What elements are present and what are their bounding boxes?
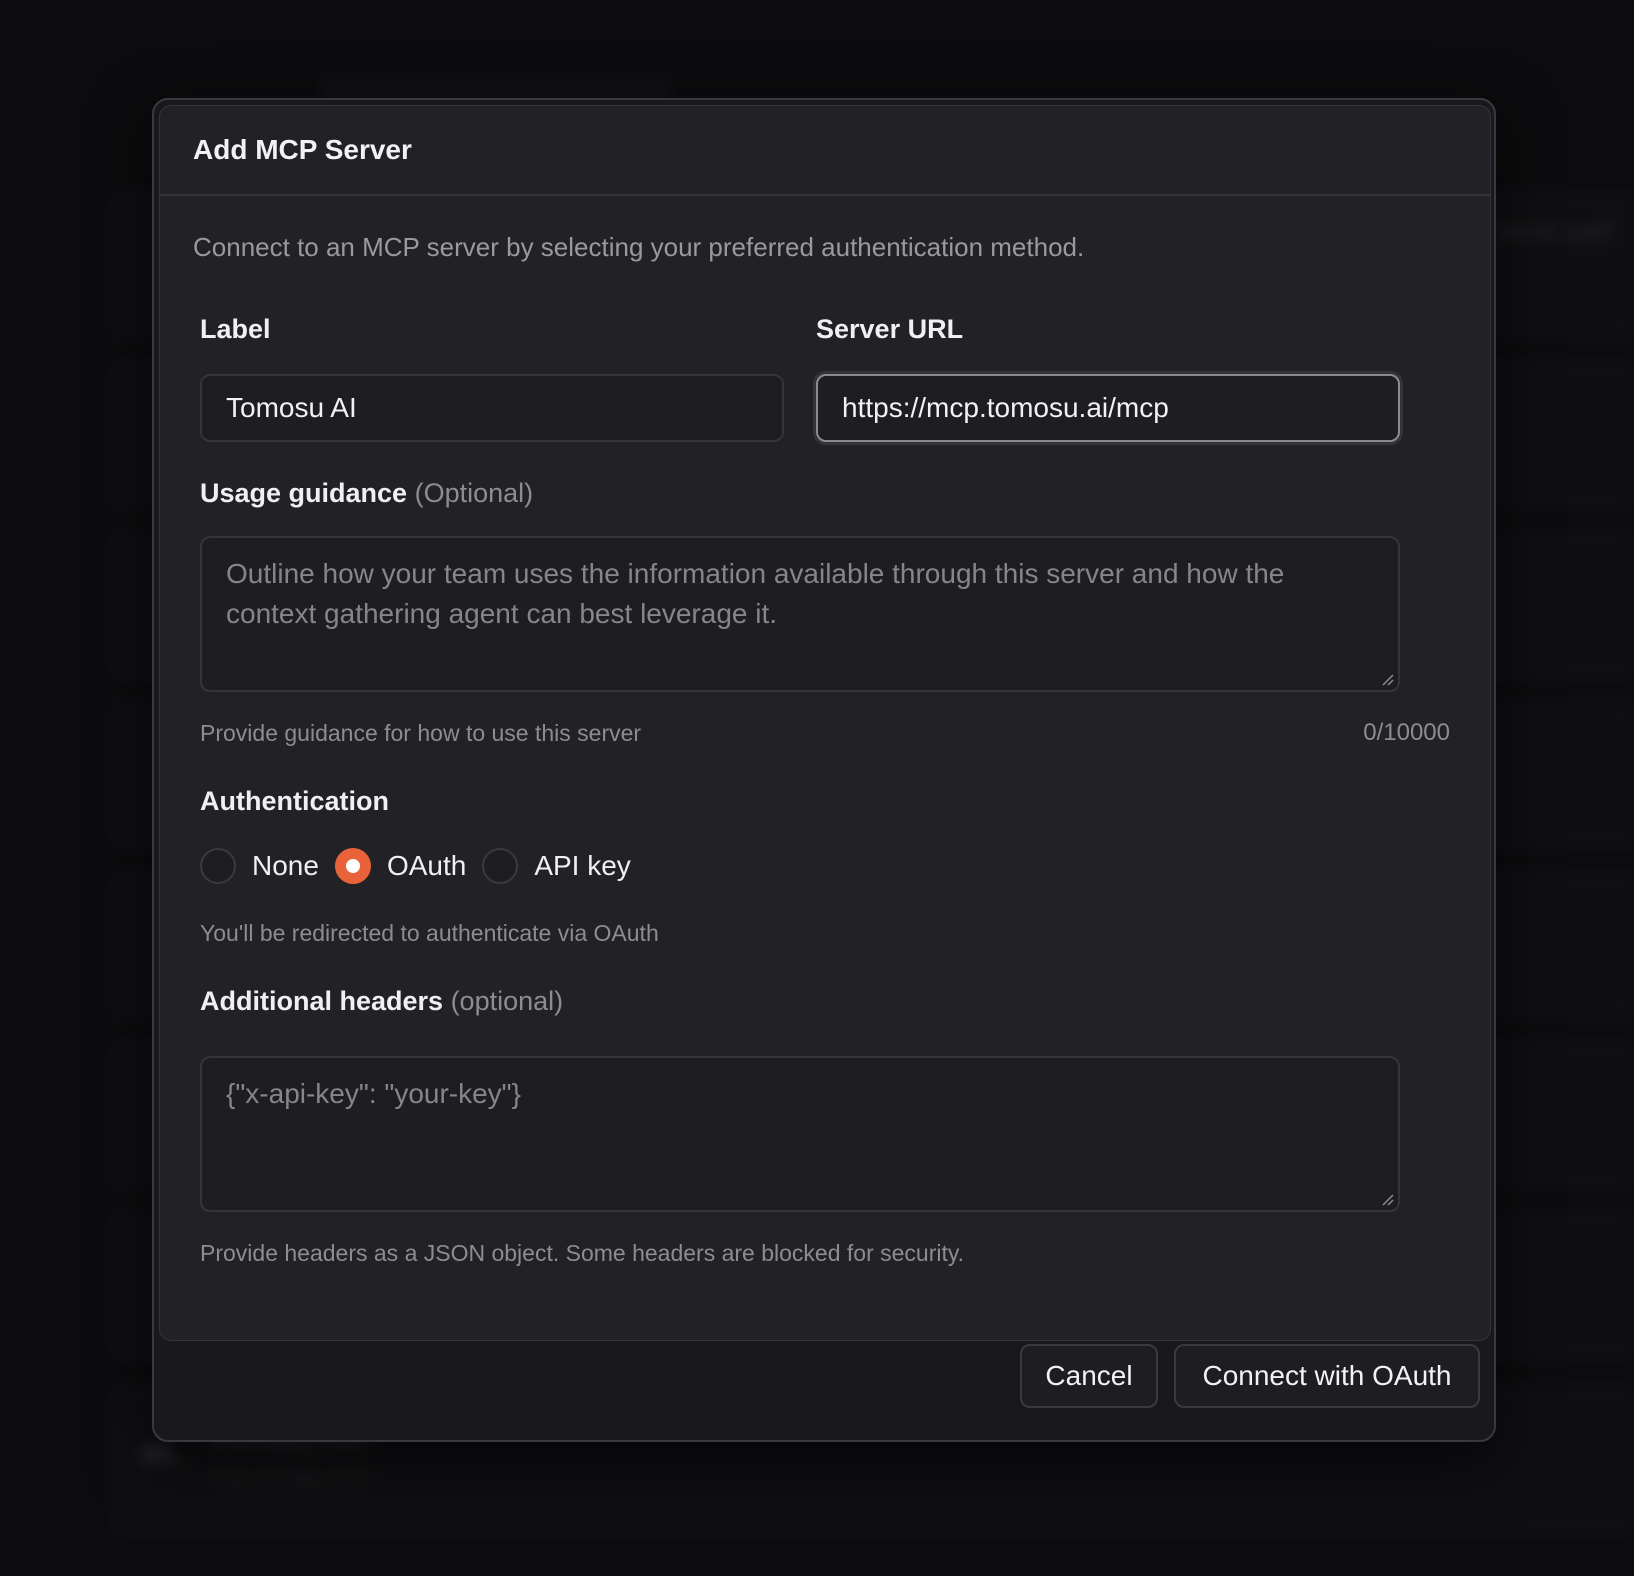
radio-selected-dot <box>345 859 360 873</box>
usage-guidance-counter: 0/10000 <box>1363 719 1450 746</box>
label-input-value: Tomosu AI <box>226 392 357 423</box>
server-url-input[interactable]: https://mcp.tomosu.ai/mcp <box>816 374 1400 442</box>
authentication-label: Authentication <box>200 786 389 816</box>
cancel-button-label: Cancel <box>1045 1360 1133 1391</box>
auth-none-radio[interactable] <box>200 848 236 884</box>
additional-headers-helper: Provide headers as a JSON object. Some h… <box>200 1240 965 1266</box>
add-mcp-server-dialog: Add MCP Server Connect to an MCP server … <box>152 98 1496 1442</box>
dialog-content: Add MCP Server Connect to an MCP server … <box>159 105 1491 1341</box>
resize-handle-icon[interactable] <box>1380 672 1394 686</box>
authentication-radio-group: None OAuth API key <box>200 848 647 884</box>
auth-api-key-label[interactable]: API key <box>534 850 630 882</box>
usage-guidance-optional: (Optional) <box>414 478 534 508</box>
label-field-label: Label <box>200 314 271 344</box>
usage-guidance-placeholder: Outline how your team uses the informati… <box>226 558 1285 629</box>
additional-headers-textarea[interactable]: {"x-api-key": "your-key"} <box>200 1056 1400 1212</box>
server-url-label: Server URL <box>816 314 964 344</box>
cancel-button[interactable]: Cancel <box>1020 1344 1158 1408</box>
connect-with-oauth-button[interactable]: Connect with OAuth <box>1174 1344 1480 1408</box>
dialog-header: Add MCP Server <box>160 106 1490 196</box>
auth-api-key-radio[interactable] <box>482 848 519 884</box>
additional-headers-label: Additional headers (optional) <box>200 986 563 1017</box>
additional-headers-optional: (optional) <box>450 986 564 1016</box>
auth-none-label[interactable]: None <box>252 850 319 882</box>
additional-headers-label-text: Additional headers <box>200 986 444 1016</box>
dialog-description: Connect to an MCP server by selecting yo… <box>193 232 1085 262</box>
label-input[interactable]: Tomosu AI <box>200 374 784 442</box>
server-url-input-value: https://mcp.tomosu.ai/mcp <box>842 392 1169 423</box>
usage-guidance-helper: Provide guidance for how to use this ser… <box>200 720 642 746</box>
connect-button-label: Connect with OAuth <box>1202 1360 1452 1391</box>
additional-headers-placeholder: {"x-api-key": "your-key"} <box>226 1078 521 1109</box>
dialog-title: Add MCP Server <box>193 134 412 165</box>
auth-oauth-label[interactable]: OAuth <box>387 850 466 882</box>
usage-guidance-textarea[interactable]: Outline how your team uses the informati… <box>200 536 1400 692</box>
usage-guidance-label: Usage guidance (Optional) <box>200 478 533 509</box>
authentication-helper: You'll be redirected to authenticate via… <box>200 920 659 946</box>
usage-guidance-label-text: Usage guidance <box>200 478 408 508</box>
auth-oauth-radio[interactable] <box>334 848 371 884</box>
resize-handle-icon[interactable] <box>1380 1192 1394 1206</box>
